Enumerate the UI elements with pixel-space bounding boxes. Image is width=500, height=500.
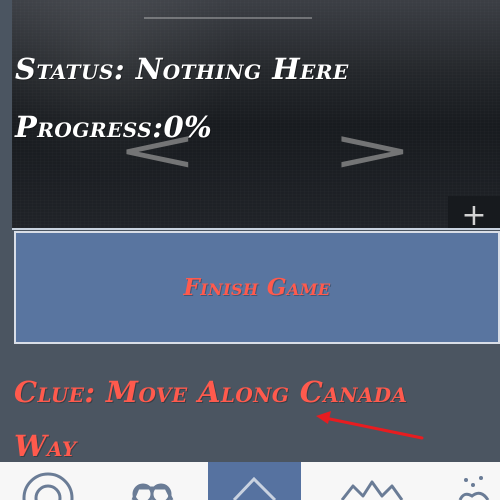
nav-chevron-button[interactable] xyxy=(208,462,301,500)
nav-crown-button[interactable] xyxy=(330,462,410,500)
status-text: Status: Nothing Here xyxy=(15,52,349,86)
previous-arrow-button[interactable]: < xyxy=(116,121,199,179)
game-screen: Status: Nothing Here Progress:0% < > + F… xyxy=(0,0,500,500)
nav-sparkle-button[interactable] xyxy=(442,462,500,500)
target-icon xyxy=(22,472,74,500)
camera-top-bar xyxy=(144,17,312,19)
nav-target-button[interactable] xyxy=(8,462,88,500)
finish-game-label: Finish Game xyxy=(183,274,331,301)
sparkle-icon xyxy=(458,476,490,500)
finish-game-button[interactable]: Finish Game xyxy=(14,231,500,344)
clue-arrow-icon xyxy=(316,411,424,440)
crown-icon xyxy=(340,480,404,500)
camera-panel: Status: Nothing Here Progress:0% < > + xyxy=(12,0,500,230)
plus-button[interactable]: + xyxy=(448,196,500,228)
next-arrow-button[interactable]: > xyxy=(331,121,414,179)
camera-icon xyxy=(131,483,174,500)
chevron-up-icon xyxy=(232,476,277,500)
bottom-navigation xyxy=(0,462,500,500)
nav-camera-button[interactable] xyxy=(108,462,198,500)
